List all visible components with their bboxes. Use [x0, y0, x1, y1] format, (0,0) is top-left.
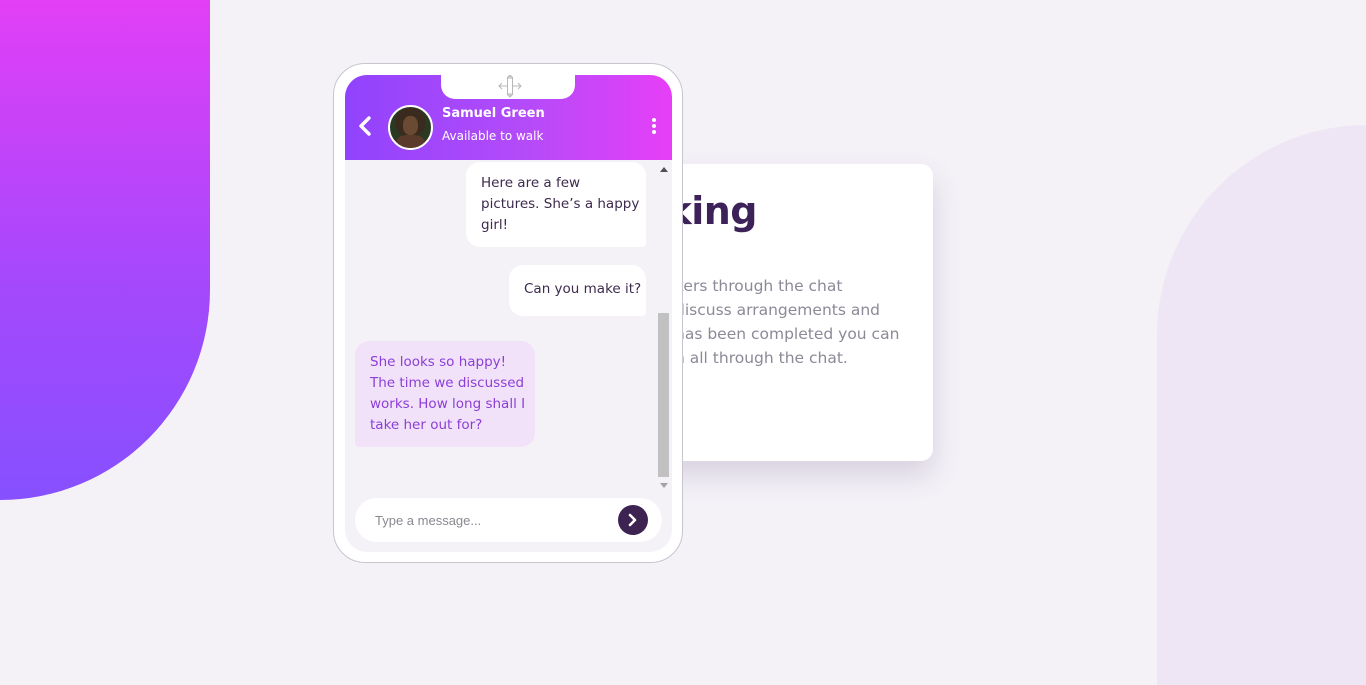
scroll-down-arrow-icon[interactable] [660, 483, 668, 488]
message-list: Here are a few pictures. She’s a happy g… [345, 160, 672, 470]
chat-header: Samuel Green Available to walk [345, 75, 672, 160]
avatar[interactable] [388, 105, 433, 150]
kebab-menu-icon[interactable] [650, 118, 658, 136]
outgoing-message: Can you make it? [509, 265, 646, 316]
chevron-left-icon[interactable] [357, 115, 373, 137]
incoming-message: She looks so happy! The time we discusse… [355, 341, 535, 447]
info-card-line: discuss arrangements and [675, 301, 881, 319]
message-scrollbar[interactable] [657, 165, 671, 488]
info-card-text: kers through the chat discuss arrangemen… [675, 274, 911, 370]
message-composer [355, 498, 662, 542]
message-input[interactable] [375, 510, 605, 530]
contact-status: Available to walk [442, 129, 544, 143]
phone-mockup: Samuel Green Available to walk Here are … [333, 63, 683, 563]
decorative-light-shape [1157, 125, 1366, 685]
info-card-line: kers through the chat [675, 277, 843, 295]
outgoing-message: Here are a few pictures. She’s a happy g… [466, 162, 646, 247]
chevron-right-icon [628, 513, 637, 527]
scrollbar-thumb[interactable] [658, 313, 669, 477]
info-card-line: has been completed you can [675, 325, 900, 343]
scroll-up-arrow-icon[interactable] [660, 167, 668, 172]
decorative-gradient-shape [0, 0, 210, 500]
move-arrows-icon[interactable] [497, 75, 523, 99]
contact-name: Samuel Green [442, 106, 545, 121]
info-card-line: n all through the chat. [675, 349, 848, 367]
chat-screen: Samuel Green Available to walk Here are … [345, 75, 672, 552]
send-button[interactable] [618, 505, 648, 535]
